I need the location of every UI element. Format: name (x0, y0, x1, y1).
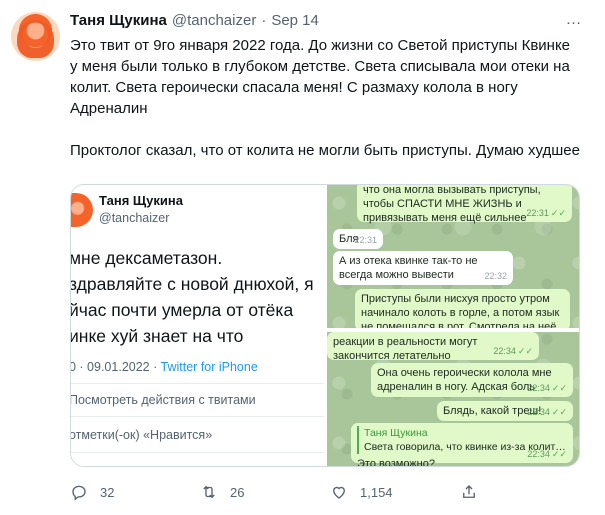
author-handle[interactable]: @tanchaizer (172, 12, 256, 29)
chat-screenshot[interactable]: что она могла вызывать приступы, чтобы С… (327, 185, 579, 466)
share-button[interactable] (460, 482, 478, 502)
embedded-tweet-text: мне дексаметазон. здравляйте с новой дню… (71, 245, 324, 349)
chat-message-text: Она очень героически колола мне адренали… (377, 367, 552, 393)
tweet-paragraph-2: Проктолог сказал, что от колита не могли… (70, 142, 580, 159)
chat-message-time: 22:31 ✓✓ (526, 208, 566, 218)
embedded-action-likes: отметки(-ок) «Нравится» (71, 428, 213, 442)
tweet[interactable]: Таня Щукина @tanchaizer · Sep 14 … Это т… (0, 0, 605, 515)
chat-message-out: что она могла вызывать приступы, чтобы С… (357, 185, 572, 224)
chat-message-time: 22:34 ✓✓ (493, 346, 533, 356)
tweet-date[interactable]: Sep 14 (271, 12, 319, 29)
embedded-meta: 0 · 09.01.2022 · Twitter for iPhone (71, 360, 258, 374)
reply-author: Таня Щукина (364, 427, 428, 439)
chat-message-text: что она могла вызывать приступы, чтобы С… (363, 185, 541, 224)
chat-message-time: 22:34 ✓✓ (527, 383, 567, 393)
embedded-line: инке хуй знает на что (71, 326, 244, 346)
tweet-text: Это твит от 9го января 2022 года. До жиз… (70, 35, 580, 161)
embedded-source: Twitter for iPhone (160, 360, 258, 374)
chat-message-out: Блядь, какой треш! 22:34 ✓✓ (437, 401, 573, 421)
like-count: 1,154 (360, 484, 393, 500)
chat-message-text: Приступы были нисхуя просто утром начина… (361, 293, 560, 331)
like-button[interactable]: 1,154 (330, 482, 393, 502)
reply-icon (72, 485, 86, 501)
more-icon[interactable]: … (564, 12, 584, 32)
retweet-count: 26 (230, 484, 245, 500)
chat-message-time: 22:32 (484, 271, 507, 281)
chat-message-time: 22:31 (354, 235, 377, 245)
reply-button[interactable]: 32 (70, 482, 114, 502)
divider (71, 416, 324, 417)
retweet-icon (203, 485, 215, 499)
chat-message-out: реакции в реальности могут закончится ле… (327, 332, 539, 362)
chat-message-out: Приступы были нисхуя просто утром начина… (355, 289, 570, 331)
reply-count: 32 (100, 484, 115, 500)
chat-message-time: 22:34 ✓✓ (527, 449, 567, 459)
embedded-time: 0 · 09.01.2022 · (71, 360, 161, 374)
chat-message-in: Бля 22:31 (333, 229, 383, 249)
embedded-tweet-screenshot[interactable]: Таня Щукина @tanchaizer мне дексаметазон… (71, 185, 324, 466)
author-avatar[interactable] (11, 12, 60, 61)
divider (71, 383, 324, 384)
share-icon (463, 485, 475, 498)
chat-message-in: А из отека квинке так-то не всегда можно… (333, 251, 513, 285)
chat-message-text: реакции в реальности могут закончится ле… (333, 336, 478, 362)
chat-message-time: 22:34 ✓✓ (527, 407, 567, 417)
embedded-line: здравляйте с новой днюхой, я (71, 274, 314, 294)
embedded-author-name: Таня Щукина (99, 193, 183, 208)
tweet-media[interactable]: Таня Щукина @tanchaizer мне дексаметазон… (70, 184, 580, 467)
like-icon (333, 486, 345, 499)
chat-message-reply: Таня Щукина Света говорила, что квинке и… (351, 423, 573, 466)
chat-message-text: А из отека квинке так-то не всегда можно… (339, 255, 478, 281)
tweet-paragraph-1: Это твит от 9го января 2022 года. До жиз… (70, 37, 571, 117)
retweet-button[interactable]: 26 (200, 482, 244, 502)
tweet-header: Таня Щукина @tanchaizer · Sep 14 (70, 12, 319, 29)
embedded-line: йчас почти умерла от отёка (71, 300, 294, 320)
embedded-author-handle: @tanchaizer (99, 211, 170, 225)
divider (71, 452, 324, 453)
author-name[interactable]: Таня Щукина (70, 12, 167, 29)
header-separator: · (261, 12, 267, 29)
chat-message-out: Она очень героически колола мне адренали… (371, 363, 573, 397)
embedded-line: мне дексаметазон. (71, 248, 223, 268)
embedded-avatar (71, 193, 93, 227)
chat-message-text: Это возможно? (357, 458, 435, 467)
embedded-action-analytics: Посмотреть действия с твитами (71, 393, 256, 407)
